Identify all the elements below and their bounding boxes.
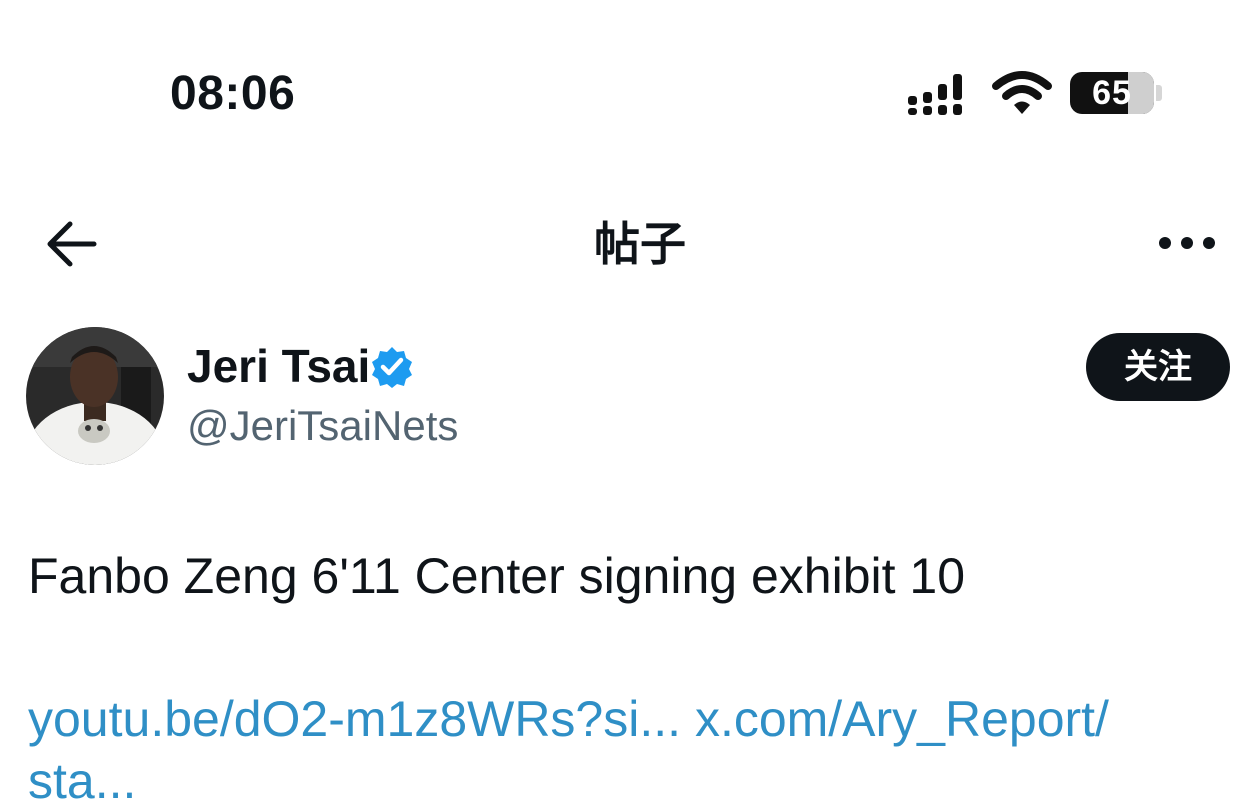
avatar-image — [26, 327, 164, 465]
verified-badge-icon — [372, 347, 412, 388]
avatar[interactable] — [26, 327, 164, 465]
post-links: youtu.be/dO2-m1z8WRs?si... x.com/Ary_Rep… — [28, 688, 1228, 812]
signal-icon — [908, 74, 962, 115]
page-title: 帖子 — [594, 217, 686, 271]
post-link-x[interactable]: x.com/Ary_Report/ — [695, 691, 1109, 747]
battery-nub — [1156, 85, 1162, 101]
post-text: Fanbo Zeng 6'11 Center signing exhibit 1… — [28, 548, 966, 604]
wifi-icon — [992, 71, 1052, 114]
more-horizontal-icon[interactable] — [1156, 226, 1218, 260]
battery-level: 65 — [1092, 74, 1132, 112]
user-handle[interactable]: @JeriTsaiNets — [187, 400, 458, 452]
display-name[interactable]: Jeri Tsai — [187, 338, 370, 394]
follow-button[interactable]: 关注 — [1086, 333, 1230, 401]
battery-icon: 65 — [1070, 72, 1154, 114]
post-link-x-continued[interactable]: sta... — [28, 753, 136, 809]
status-time: 08:06 — [170, 67, 296, 120]
post-link-youtube[interactable]: youtu.be/dO2-m1z8WRs?si... — [28, 691, 681, 747]
arrow-left-icon[interactable] — [42, 218, 100, 270]
